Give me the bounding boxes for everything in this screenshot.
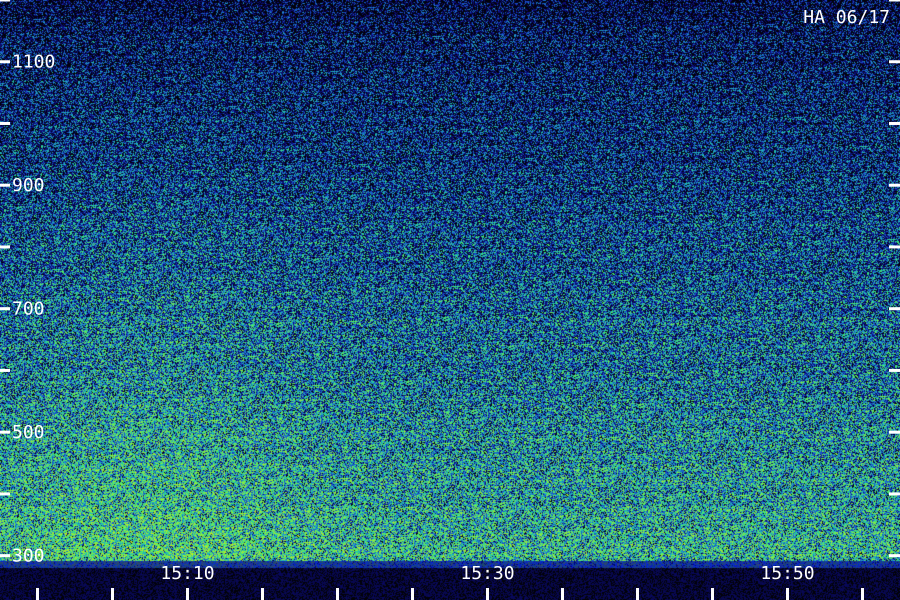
y-tick-label: 1100 xyxy=(12,52,55,73)
y-tick-label: 900 xyxy=(12,175,45,196)
axes-overlay: 1100 900 700 500 300 15:10 15:30 15:50 HA 06/1… xyxy=(0,0,900,600)
x-tick-label: 15:50 xyxy=(760,563,814,584)
y-tick-label: 300 xyxy=(12,546,45,567)
y-tick-label: 700 xyxy=(12,299,45,320)
x-tick-label: 15:30 xyxy=(460,563,514,584)
chart-title: HA 06/17 xyxy=(803,7,890,28)
y-tick-label: 500 xyxy=(12,422,45,443)
spectrogram-figure: 1100 900 700 500 300 15:10 15:30 15:50 HA 06/1… xyxy=(0,0,900,600)
y-axis: 1100 900 700 500 300 xyxy=(0,0,900,567)
x-axis: 15:10 15:30 15:50 xyxy=(36,563,864,600)
x-tick-label: 15:10 xyxy=(160,563,214,584)
